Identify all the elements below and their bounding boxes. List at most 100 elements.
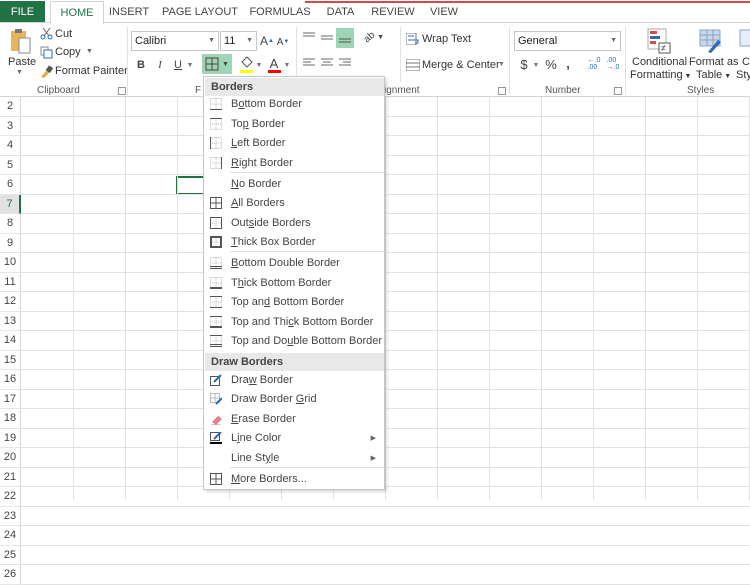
- merge-center-button[interactable]: Merge & Center: [422, 59, 500, 71]
- menu-item-erase-border[interactable]: Erase Border: [205, 410, 384, 429]
- tab-view[interactable]: VIEW: [423, 1, 465, 23]
- top-align-icon[interactable]: [301, 29, 317, 45]
- menu-item-no-border[interactable]: No Border: [205, 175, 384, 194]
- tab-review[interactable]: REVIEW: [366, 1, 420, 23]
- row-header[interactable]: 20: [0, 448, 21, 468]
- cell-styles-button[interactable]: C: [742, 56, 750, 68]
- menu-item-top-and-bottom-border[interactable]: Top and Bottom Border: [205, 293, 384, 312]
- alignment-launcher-icon[interactable]: [498, 87, 506, 95]
- row-header[interactable]: 16: [0, 370, 21, 390]
- row-header[interactable]: 6: [0, 175, 21, 195]
- align-right-icon[interactable]: [337, 55, 353, 71]
- row-header[interactable]: 21: [0, 467, 21, 487]
- menu-item-outside-borders[interactable]: Outside Borders: [205, 214, 384, 233]
- underline-dropdown-icon[interactable]: ▼: [186, 59, 194, 71]
- font-color-icon[interactable]: A: [266, 55, 282, 75]
- fill-color-icon[interactable]: [238, 55, 254, 75]
- font-color-dropdown-icon[interactable]: ▼: [283, 59, 291, 71]
- cut-button[interactable]: Cut: [55, 28, 72, 40]
- row-header[interactable]: 23: [0, 506, 21, 526]
- tab-insert[interactable]: INSERT: [105, 1, 153, 23]
- align-center-icon[interactable]: [319, 55, 335, 71]
- menu-item-thick-bottom-border[interactable]: Thick Bottom Border: [205, 274, 384, 293]
- menu-item-bottom-border[interactable]: Bottom Border: [205, 95, 384, 114]
- copy-dropdown-icon[interactable]: ▼: [86, 48, 93, 55]
- menu-item-thick-box-border[interactable]: Thick Box Border: [205, 233, 384, 252]
- tab-page-layout[interactable]: PAGE LAYOUT: [158, 1, 242, 23]
- percent-button[interactable]: %: [543, 56, 559, 72]
- italic-button[interactable]: I: [153, 57, 167, 73]
- menu-item-top-and-thick-bottom-border[interactable]: Top and Thick Bottom Border: [205, 313, 384, 332]
- comma-button[interactable]: ,: [563, 55, 573, 71]
- row-header[interactable]: 8: [0, 214, 21, 234]
- row-header[interactable]: 7: [0, 194, 21, 214]
- copy-button[interactable]: Copy: [55, 46, 81, 58]
- menu-item-all-borders[interactable]: All Borders: [205, 194, 384, 213]
- cell-styles-button-line2[interactable]: Styl: [736, 69, 750, 81]
- conditional-formatting-button-line2[interactable]: Formatting ▼: [630, 69, 691, 81]
- row-header[interactable]: 2: [0, 97, 21, 117]
- row-header[interactable]: 18: [0, 409, 21, 429]
- currency-button[interactable]: $: [518, 56, 530, 72]
- row-header[interactable]: 5: [0, 155, 21, 175]
- increase-font-size-icon[interactable]: A ▲: [260, 32, 274, 50]
- row-header[interactable]: 13: [0, 311, 21, 331]
- format-as-table-button-line2[interactable]: Table ▼: [696, 69, 731, 81]
- increase-decimal-icon[interactable]: ←.0.00: [586, 56, 602, 72]
- menu-item-draw-border-grid[interactable]: Draw Border Grid: [205, 390, 384, 409]
- row-header[interactable]: 14: [0, 331, 21, 351]
- paste-button[interactable]: Paste: [8, 56, 36, 68]
- row-header[interactable]: 26: [0, 565, 21, 585]
- clipboard-launcher-icon[interactable]: [118, 87, 126, 95]
- row-header[interactable]: 25: [0, 545, 21, 565]
- paste-icon[interactable]: [9, 28, 33, 56]
- decrease-decimal-icon[interactable]: .00 →.0: [605, 56, 621, 72]
- font-size-combo[interactable]: 11 ▼: [220, 31, 257, 51]
- row-header[interactable]: 15: [0, 350, 21, 370]
- fill-color-dropdown-icon[interactable]: ▼: [255, 59, 263, 71]
- menu-item-left-border[interactable]: Left Border: [205, 134, 384, 153]
- tab-home[interactable]: HOME: [50, 1, 104, 24]
- menu-item-line-style[interactable]: Line Style ▶: [205, 449, 384, 468]
- tab-formulas[interactable]: FORMULAS: [245, 1, 315, 23]
- bottom-align-icon[interactable]: [336, 28, 354, 48]
- active-cell[interactable]: [176, 176, 206, 195]
- row-header[interactable]: 3: [0, 116, 21, 136]
- conditional-formatting-button[interactable]: Conditional: [632, 56, 687, 68]
- row-header[interactable]: 19: [0, 428, 21, 448]
- row-header[interactable]: 9: [0, 233, 21, 253]
- middle-align-icon[interactable]: [319, 29, 335, 45]
- orientation-icon[interactable]: ab ▼: [362, 29, 386, 45]
- align-left-icon[interactable]: [301, 55, 317, 71]
- menu-item-draw-border[interactable]: Draw Border: [205, 371, 384, 390]
- menu-item-label: More Borders...: [231, 473, 307, 485]
- borders-button[interactable]: ▼: [202, 54, 232, 74]
- merge-dropdown-icon[interactable]: ▼: [498, 61, 505, 68]
- menu-item-line-color[interactable]: Line Color ▶: [205, 429, 384, 448]
- wrap-text-button[interactable]: Wrap Text: [422, 33, 471, 45]
- tab-file[interactable]: FILE: [0, 1, 45, 23]
- menu-item-top-border[interactable]: Top Border: [205, 115, 384, 134]
- number-launcher-icon[interactable]: [614, 87, 622, 95]
- row-header[interactable]: 17: [0, 389, 21, 409]
- menu-item-bottom-double-border[interactable]: Bottom Double Border: [205, 254, 384, 273]
- row-header[interactable]: 24: [0, 526, 21, 546]
- format-painter-button[interactable]: Format Painter: [55, 65, 128, 77]
- menu-item-more-borders[interactable]: More Borders...: [205, 470, 384, 489]
- format-as-table-button[interactable]: Format as: [689, 56, 739, 68]
- number-format-combo[interactable]: General ▼: [514, 31, 621, 51]
- bold-button[interactable]: B: [134, 57, 148, 73]
- tab-data[interactable]: DATA: [318, 1, 363, 23]
- row-header[interactable]: 4: [0, 136, 21, 156]
- row-header[interactable]: 12: [0, 292, 21, 312]
- font-name-combo[interactable]: Calibri ▼: [131, 31, 219, 51]
- row-header[interactable]: 11: [0, 272, 21, 292]
- menu-item-top-and-double-bottom-border[interactable]: Top and Double Bottom Border: [205, 332, 384, 351]
- currency-dropdown-icon[interactable]: ▼: [532, 59, 540, 71]
- menu-item-right-border[interactable]: Right Border: [205, 154, 384, 173]
- row-header[interactable]: 22: [0, 487, 21, 507]
- decrease-font-size-icon[interactable]: A ▼: [277, 34, 290, 50]
- row-header[interactable]: 10: [0, 253, 21, 273]
- paste-dropdown-icon[interactable]: ▼: [16, 69, 23, 76]
- underline-button[interactable]: U: [171, 57, 185, 73]
